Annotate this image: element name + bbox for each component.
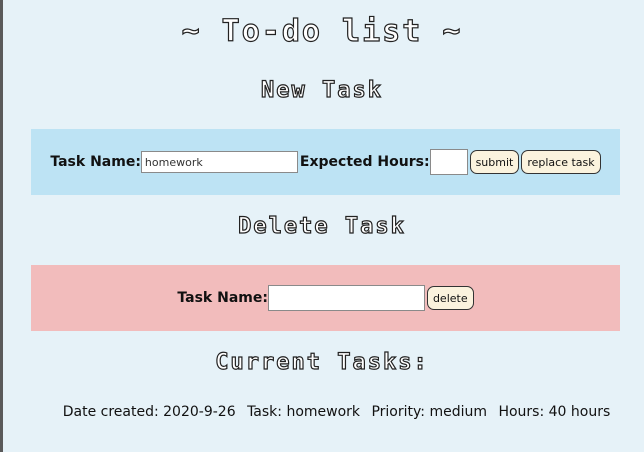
replace-task-button[interactable]: replace task bbox=[521, 150, 601, 174]
current-tasks-list: Date created: 2020-9-26 Task: homework P… bbox=[0, 404, 644, 420]
delete-button[interactable]: delete bbox=[426, 286, 474, 310]
task-name-label: Task Name: bbox=[50, 154, 141, 170]
new-task-form: Task Name: Expected Hours: submit replac… bbox=[31, 129, 620, 195]
expected-hours-label: Expected Hours: bbox=[299, 154, 430, 170]
delete-task-form: Task Name: delete bbox=[31, 265, 620, 331]
task-hours: Hours: 40 hours bbox=[498, 404, 611, 420]
submit-button[interactable]: submit bbox=[469, 150, 520, 174]
expected-hours-input[interactable] bbox=[429, 149, 468, 175]
task-item: Date created: 2020-9-26 Task: homework P… bbox=[0, 404, 644, 420]
task-name-input[interactable] bbox=[140, 151, 298, 173]
delete-task-name-input[interactable] bbox=[267, 285, 425, 311]
task-date-created: Date created: 2020-9-26 bbox=[62, 404, 236, 420]
delete-task-heading: Delete Task bbox=[238, 213, 406, 239]
task-priority: Priority: medium bbox=[371, 404, 487, 420]
new-task-heading: New Task bbox=[260, 77, 383, 103]
page-title: ~ To-do list ~ bbox=[181, 13, 463, 49]
current-tasks-heading: Current Tasks: bbox=[215, 349, 429, 375]
task-name: Task: homework bbox=[247, 404, 361, 420]
delete-task-name-label: Task Name: bbox=[177, 290, 268, 306]
